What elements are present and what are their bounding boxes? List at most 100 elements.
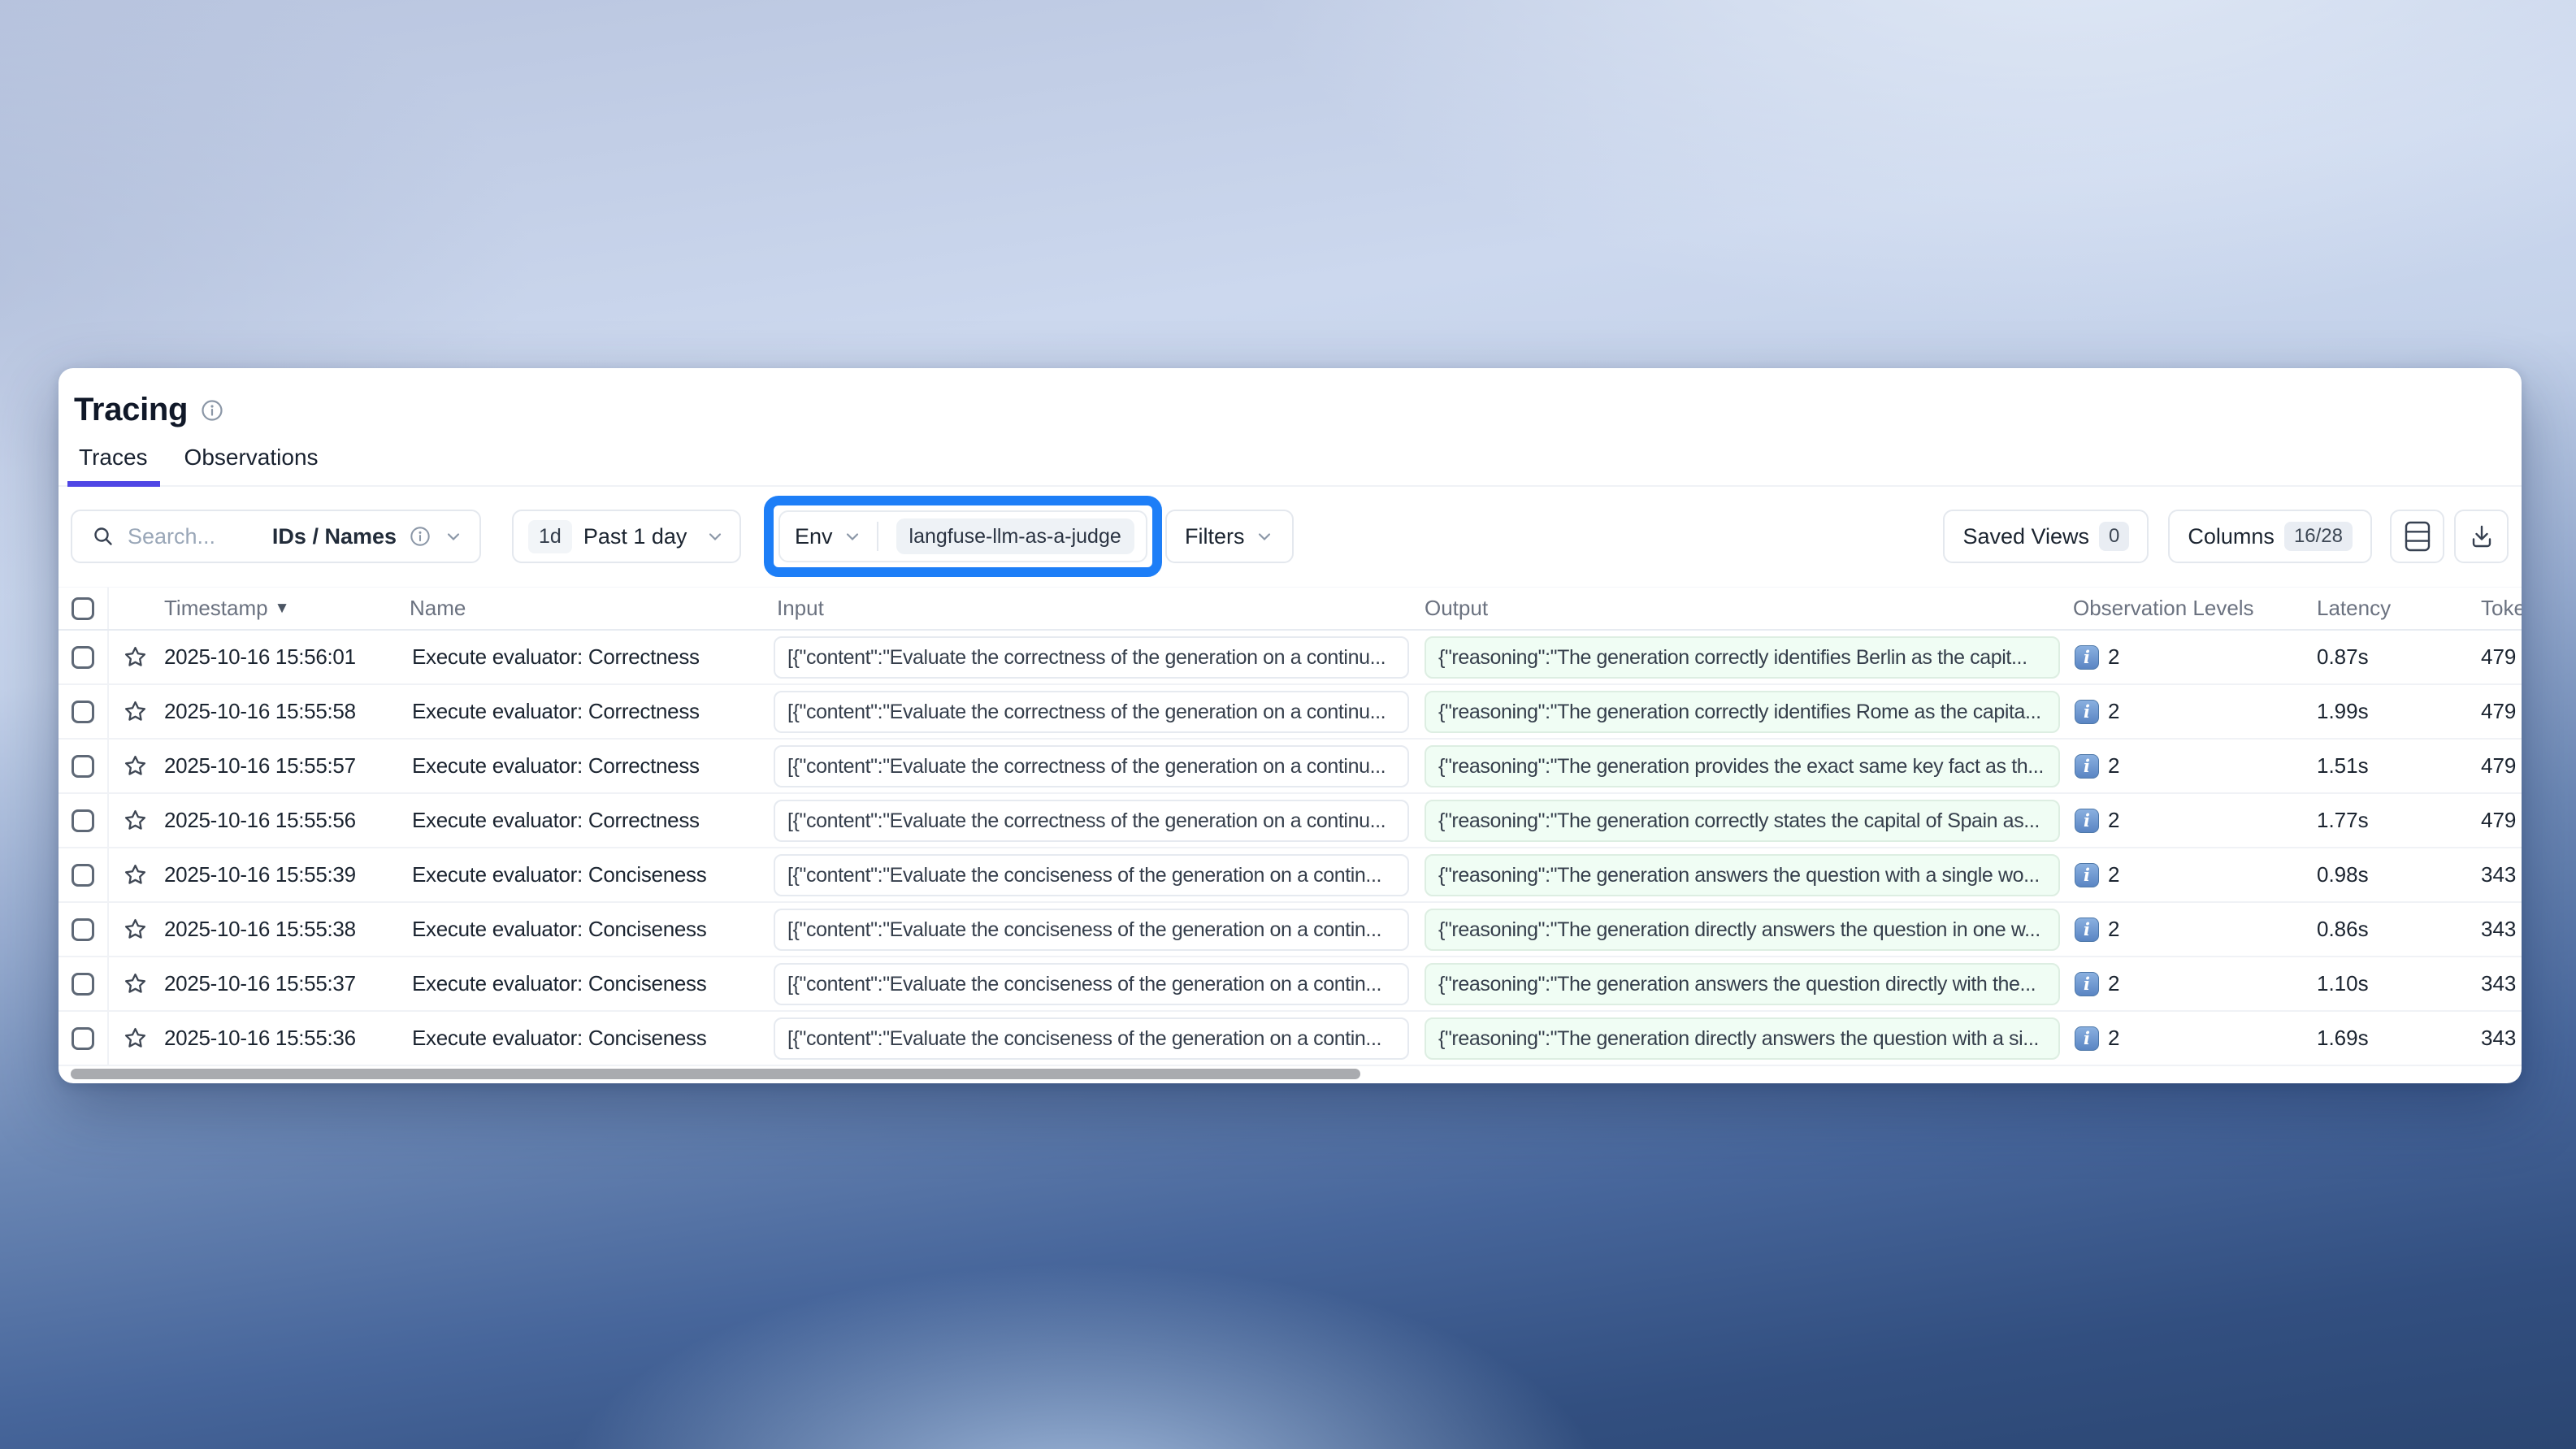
row-output-cell: {"reasoning":"The generation answers the… [1419, 963, 2061, 1005]
row-tokens: 343 → [2469, 917, 2522, 942]
info-level-icon: i [2075, 918, 2099, 942]
table-row[interactable]: 2025-10-16 15:55:57 Execute evaluator: C… [59, 740, 2522, 794]
star-icon[interactable] [123, 862, 148, 887]
table-row[interactable]: 2025-10-16 15:55:56 Execute evaluator: C… [59, 794, 2522, 848]
row-checkbox[interactable] [72, 646, 94, 669]
columns-label: Columns [2188, 524, 2275, 549]
row-checkbox[interactable] [72, 918, 94, 941]
row-input-preview[interactable]: [{"content":"Evaluate the conciseness of… [774, 854, 1409, 896]
row-output-preview[interactable]: {"reasoning":"The generation answers the… [1425, 854, 2060, 896]
column-header-latency[interactable]: Latency [2305, 596, 2469, 621]
search-input[interactable] [128, 524, 259, 549]
table-row[interactable]: 2025-10-16 15:55:39 Execute evaluator: C… [59, 848, 2522, 903]
row-input-preview[interactable]: [{"content":"Evaluate the conciseness of… [774, 1017, 1409, 1060]
row-checkbox[interactable] [72, 973, 94, 996]
row-checkbox-cell [59, 794, 109, 847]
row-output-preview[interactable]: {"reasoning":"The generation correctly i… [1425, 636, 2060, 679]
row-checkbox[interactable] [72, 1027, 94, 1050]
chevron-down-icon [705, 527, 725, 546]
observation-count: 2 [2108, 862, 2119, 887]
saved-views-button[interactable]: Saved Views 0 [1943, 510, 2149, 563]
row-tokens: 343 → [2469, 862, 2522, 887]
time-range-badge: 1d [528, 520, 572, 553]
row-input-preview[interactable]: [{"content":"Evaluate the conciseness of… [774, 963, 1409, 1005]
column-header-timestamp[interactable]: Timestamp ▼ [161, 596, 410, 621]
table-row[interactable]: 2025-10-16 15:55:36 Execute evaluator: C… [59, 1012, 2522, 1066]
column-header-output[interactable]: Output [1419, 596, 2061, 621]
star-icon[interactable] [123, 699, 148, 724]
table-row[interactable]: 2025-10-16 15:56:01 Execute evaluator: C… [59, 631, 2522, 685]
row-output-preview[interactable]: {"reasoning":"The generation provides th… [1425, 745, 2060, 787]
search-scope-label[interactable]: IDs / Names [272, 524, 397, 549]
row-input-preview[interactable]: [{"content":"Evaluate the correctness of… [774, 745, 1409, 787]
star-icon[interactable] [123, 971, 148, 996]
info-level-icon: i [2075, 863, 2099, 887]
row-output-preview[interactable]: {"reasoning":"The generation correctly i… [1425, 691, 2060, 733]
row-latency: 1.99s [2305, 699, 2469, 724]
row-checkbox-cell [59, 903, 109, 956]
chevron-down-icon [843, 527, 862, 546]
export-button[interactable] [2454, 510, 2509, 563]
row-timestamp: 2025-10-16 15:55:58 [161, 699, 410, 724]
column-header-tokens[interactable]: Tokens [2469, 596, 2522, 621]
env-filter-button[interactable]: Env langfuse-llm-as-a-judge [778, 510, 1147, 562]
row-name: Execute evaluator: Correctness [410, 808, 770, 833]
env-value-tag[interactable]: langfuse-llm-as-a-judge [896, 518, 1134, 554]
row-output-cell: {"reasoning":"The generation provides th… [1419, 745, 2061, 787]
star-icon[interactable] [123, 644, 148, 670]
row-input-preview[interactable]: [{"content":"Evaluate the correctness of… [774, 691, 1409, 733]
search-icon [92, 525, 115, 548]
observation-count: 2 [2108, 699, 2119, 724]
star-icon[interactable] [123, 917, 148, 942]
saved-views-count: 0 [2099, 522, 2129, 551]
info-icon[interactable] [201, 399, 223, 422]
scope-info-icon[interactable] [410, 526, 431, 547]
filters-button[interactable]: Filters [1165, 510, 1294, 563]
row-output-cell: {"reasoning":"The generation answers the… [1419, 854, 2061, 896]
column-header-name[interactable]: Name [410, 596, 770, 621]
row-latency: 1.77s [2305, 808, 2469, 833]
row-tokens: 343 → [2469, 1026, 2522, 1051]
row-checkbox[interactable] [72, 701, 94, 723]
star-icon[interactable] [123, 753, 148, 779]
row-input-preview[interactable]: [{"content":"Evaluate the conciseness of… [774, 909, 1409, 951]
search-box[interactable]: IDs / Names [71, 510, 481, 563]
row-output-preview[interactable]: {"reasoning":"The generation directly an… [1425, 1017, 2060, 1060]
row-input-preview[interactable]: [{"content":"Evaluate the correctness of… [774, 800, 1409, 842]
observation-count: 2 [2108, 971, 2119, 996]
star-icon[interactable] [123, 1026, 148, 1051]
horizontal-scrollbar-thumb[interactable] [71, 1069, 1360, 1079]
tab-observations[interactable]: Observations [173, 445, 331, 485]
row-checkbox[interactable] [72, 755, 94, 778]
table-row[interactable]: 2025-10-16 15:55:58 Execute evaluator: C… [59, 685, 2522, 740]
table-header-row: Timestamp ▼ Name Input Output Observatio… [59, 587, 2522, 631]
column-header-input[interactable]: Input [770, 596, 1419, 621]
row-output-cell: {"reasoning":"The generation correctly i… [1419, 691, 2061, 733]
row-checkbox[interactable] [72, 864, 94, 887]
columns-button[interactable]: Columns 16/28 [2168, 510, 2372, 563]
row-height-button[interactable] [2390, 510, 2444, 563]
star-icon[interactable] [123, 808, 148, 833]
info-level-icon: i [2075, 972, 2099, 996]
table-row[interactable]: 2025-10-16 15:55:37 Execute evaluator: C… [59, 957, 2522, 1012]
time-range-button[interactable]: 1d Past 1 day [512, 510, 741, 563]
table-row[interactable]: 2025-10-16 15:55:38 Execute evaluator: C… [59, 903, 2522, 957]
filters-label: Filters [1185, 524, 1245, 549]
row-input-preview[interactable]: [{"content":"Evaluate the correctness of… [774, 636, 1409, 679]
row-output-preview[interactable]: {"reasoning":"The generation directly an… [1425, 909, 2060, 951]
row-checkbox-cell [59, 848, 109, 901]
row-tokens: 479 → [2469, 644, 2522, 670]
select-all-checkbox[interactable] [72, 597, 94, 620]
tab-bar: Traces Observations [59, 445, 2522, 487]
row-input-cell: [{"content":"Evaluate the conciseness of… [770, 1017, 1419, 1060]
row-checkbox[interactable] [72, 809, 94, 832]
tab-traces[interactable]: Traces [67, 445, 160, 485]
row-latency: 0.86s [2305, 917, 2469, 942]
chevron-down-icon[interactable] [444, 527, 463, 546]
row-output-preview[interactable]: {"reasoning":"The generation answers the… [1425, 963, 2060, 1005]
desktop-background: { "colors": { "tab_accent": "#4f46e5", "… [0, 0, 2576, 1449]
column-header-observation-levels[interactable]: Observation Levels [2061, 596, 2305, 621]
row-output-preview[interactable]: {"reasoning":"The generation correctly s… [1425, 800, 2060, 842]
row-input-cell: [{"content":"Evaluate the correctness of… [770, 691, 1419, 733]
row-latency: 1.69s [2305, 1026, 2469, 1051]
